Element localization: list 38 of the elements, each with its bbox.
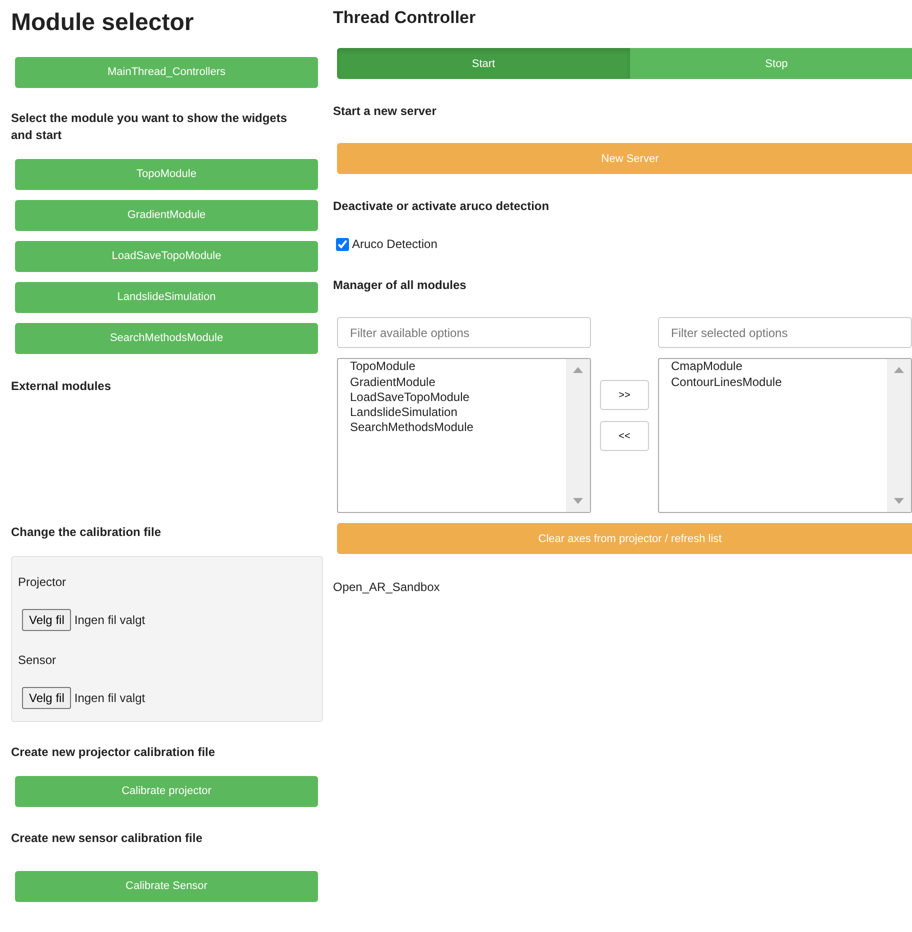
move-left-button[interactable]: << [600,421,649,452]
filter-field[interactable]: Filter selected options [658,317,912,348]
list-option[interactable]: SearchMethodsModule [350,420,554,436]
scrollbar[interactable] [566,359,590,512]
section-label: Manager of all modules [333,277,468,294]
list-option[interactable]: LandslideSimulation [350,405,554,420]
section-label: Deactivate or activate aruco detection [333,198,550,216]
scroll-up-icon[interactable] [573,367,583,374]
footer-text: Open_AR_Sandbox [333,579,441,596]
panel-title: Thread Controller [333,8,477,28]
file-status: Ingen fil valgt [74,612,146,629]
file-choose-button[interactable]: Velg fil [22,608,72,631]
checkbox-label: Aruco Detection [352,236,438,254]
section-label: Start a new server [333,103,438,120]
file-choose-button[interactable]: Velg fil [22,686,72,709]
section-label: Change the calibration file [11,524,162,541]
file-label: Sensor [18,652,58,669]
options-listbox[interactable]: TopoModule GradientModule LoadSaveTopoModule LandslideSimulation SearchMethodsModule [337,358,591,514]
list-option[interactable]: CmapModule [671,359,875,375]
section-label: External modules [11,378,112,395]
section-label: Create new sensor calibration file [11,830,204,847]
file-status: Ingen fil valgt [74,690,146,707]
list-option[interactable]: GradientModule [350,374,554,390]
section-label: Create new projector calibration file [11,744,216,761]
scrollbar[interactable] [887,359,911,512]
filter-field[interactable]: Filter available options [337,317,591,348]
page-title: Module selector [11,9,195,38]
scroll-down-icon[interactable] [573,498,583,504]
list-option[interactable]: ContourLinesModule [671,374,875,390]
file-label: Projector [18,574,68,591]
list-option[interactable]: LoadSaveTopoModule [350,390,554,405]
list-option[interactable]: TopoModule [350,359,554,375]
section-label: Select the module you want to show the widgets and start [11,110,288,144]
scroll-down-icon[interactable] [894,498,904,504]
aruco-checkbox[interactable] [336,238,349,251]
scroll-up-icon[interactable] [894,367,904,374]
move-right-button[interactable]: >> [600,380,649,410]
options-listbox[interactable]: CmapModule ContourLinesModule [658,358,912,514]
